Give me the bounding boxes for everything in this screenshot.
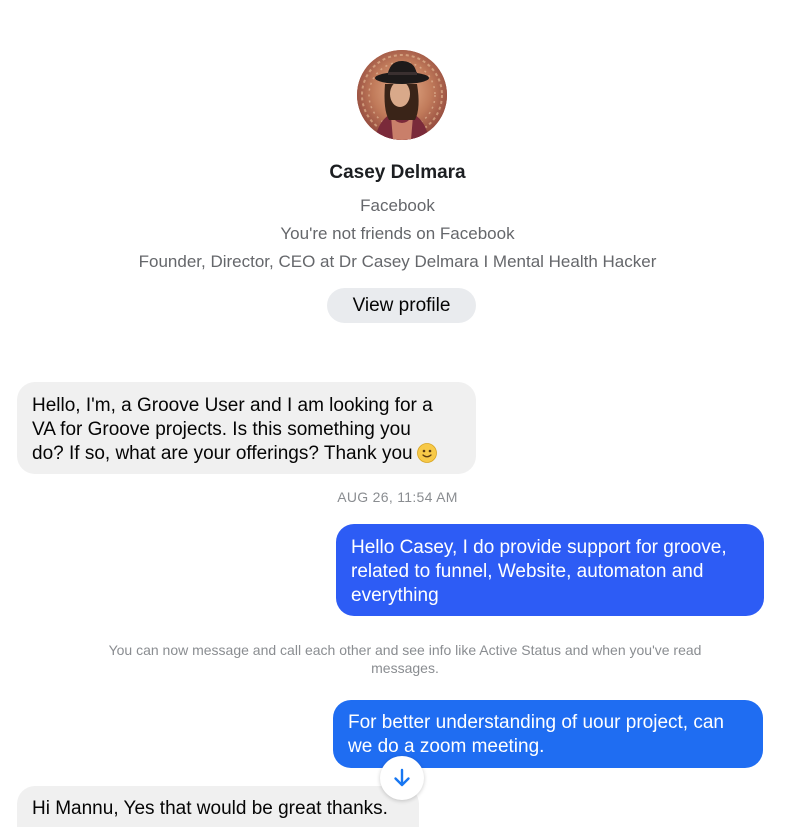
message-line: do? If so, what are your offerings? Than… bbox=[32, 443, 413, 464]
profile-bio: Founder, Director, CEO at Dr Casey Delma… bbox=[138, 252, 657, 271]
system-note-line: messages. bbox=[371, 660, 439, 676]
outgoing-message[interactable]: Hello Casey, I do provide support for gr… bbox=[336, 524, 764, 616]
system-note-line: You can now message and call each other … bbox=[108, 642, 702, 658]
friend-status: You're not friends on Facebook bbox=[280, 224, 515, 243]
message-line: related to funnel, Website, automaton an… bbox=[351, 561, 704, 582]
message-line: For better understanding of uour project… bbox=[348, 712, 725, 733]
avatar[interactable] bbox=[357, 50, 447, 140]
slightly-smiling-face-icon bbox=[416, 443, 437, 463]
message-timestamp: AUG 26, 11:54 AM bbox=[337, 489, 458, 505]
conversation-view: Casey Delmara Facebook You're not friend… bbox=[0, 0, 795, 827]
arrow-down-icon bbox=[394, 768, 410, 787]
system-note: You can now message and call each other … bbox=[60, 641, 750, 677]
profile-name: Casey Delmara bbox=[329, 162, 466, 183]
message-line: Hello Casey, I do provide support for gr… bbox=[351, 537, 727, 558]
message-line: we do a zoom meeting. bbox=[348, 736, 545, 757]
message-line: VA for Groove projects. Is this somethin… bbox=[32, 419, 411, 440]
avatar-image bbox=[357, 50, 447, 140]
message-line: everything bbox=[351, 585, 439, 606]
incoming-message[interactable]: Hello, I'm, a Groove User and I am looki… bbox=[17, 382, 476, 474]
incoming-message[interactable]: Hi Mannu, Yes that would be great thanks… bbox=[17, 786, 419, 827]
message-line: Hi Mannu, Yes that would be great thanks… bbox=[32, 798, 388, 819]
message-line: Hello, I'm, a Groove User and I am looki… bbox=[32, 395, 433, 416]
profile-platform: Facebook bbox=[360, 196, 435, 215]
view-profile-button[interactable]: View profile bbox=[327, 288, 476, 323]
scroll-to-bottom-button[interactable] bbox=[380, 756, 424, 800]
